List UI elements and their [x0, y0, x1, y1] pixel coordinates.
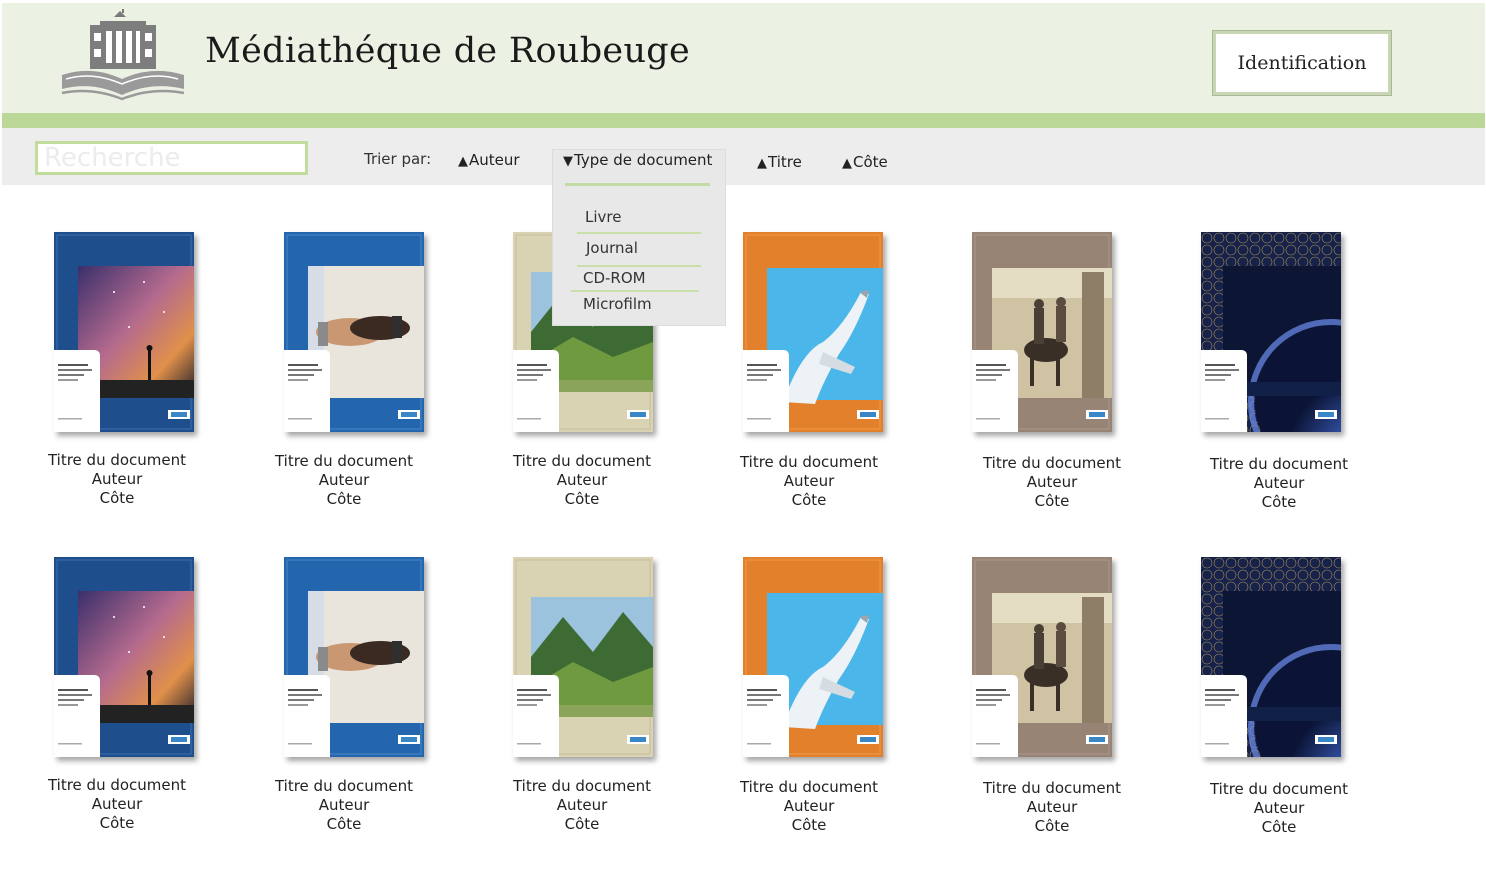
library-logo-icon[interactable] [60, 9, 188, 103]
dropdown-item-livre[interactable]: Livre [585, 208, 621, 226]
document-title: Titre du document [982, 779, 1122, 797]
document-cover[interactable] [743, 557, 883, 757]
document-shelf: Côte [1034, 817, 1070, 835]
document-caption[interactable]: Titre du document Auteur Côte [17, 776, 217, 833]
sort-up-arrow-icon: ▲ [842, 156, 852, 171]
sort-type-label: Type de document [574, 151, 713, 169]
document-caption[interactable]: Titre du document Auteur Côte [482, 777, 682, 834]
sort-by-label: Trier par: [364, 150, 432, 168]
document-title: Titre du document [1209, 455, 1349, 473]
dropdown-divider [577, 232, 701, 234]
document-caption[interactable]: Titre du document Auteur Côte [482, 452, 682, 509]
document-cover[interactable] [1201, 557, 1341, 757]
document-caption[interactable]: Titre du document Auteur Côte [709, 778, 909, 835]
sort-down-arrow-icon: ▼ [563, 154, 573, 169]
document-title: Titre du document [274, 777, 414, 795]
search-input[interactable] [35, 141, 308, 175]
document-caption[interactable]: Titre du document Auteur Côte [1179, 780, 1379, 837]
sort-type-button[interactable]: ▼Type de document [563, 151, 712, 169]
document-shelf: Côte [564, 490, 600, 508]
document-title: Titre du document [274, 452, 414, 470]
document-shelf: Côte [1261, 493, 1297, 511]
document-type-dropdown: Livre Journal CD-ROM Microfilm [552, 149, 726, 326]
document-cover[interactable] [513, 557, 653, 757]
dropdown-divider [571, 290, 699, 292]
document-author: Auteur [318, 796, 370, 814]
document-shelf: Côte [564, 815, 600, 833]
document-shelf: Côte [1034, 492, 1070, 510]
sort-shelf-button[interactable]: ▲Côte [842, 153, 888, 171]
document-shelf: Côte [1261, 818, 1297, 836]
document-cover[interactable] [284, 557, 424, 757]
document-author: Auteur [1026, 473, 1078, 491]
document-shelf: Côte [99, 489, 135, 507]
document-caption[interactable]: Titre du document Auteur Côte [1179, 455, 1379, 512]
document-cover[interactable] [972, 232, 1112, 432]
sort-shelf-label: Côte [853, 153, 888, 171]
document-cover[interactable] [743, 232, 883, 432]
dropdown-divider [577, 265, 701, 267]
sort-title-label: Titre [768, 153, 802, 171]
sort-title-button[interactable]: ▲Titre [757, 153, 802, 171]
header-accent-band [2, 113, 1485, 128]
sort-up-arrow-icon: ▲ [757, 156, 767, 171]
document-cover[interactable] [284, 232, 424, 432]
document-author: Auteur [556, 796, 608, 814]
document-author: Auteur [1026, 798, 1078, 816]
sort-up-arrow-icon: ▲ [458, 154, 468, 169]
document-caption[interactable]: Titre du document Auteur Côte [17, 451, 217, 508]
document-caption[interactable]: Titre du document Auteur Côte [952, 454, 1152, 511]
document-shelf: Côte [326, 490, 362, 508]
document-shelf: Côte [326, 815, 362, 833]
dropdown-item-microfilm[interactable]: Microfilm [583, 295, 652, 313]
login-button[interactable]: Identification [1212, 30, 1392, 96]
dropdown-header-divider [565, 183, 710, 186]
document-caption[interactable]: Titre du document Auteur Côte [952, 779, 1152, 836]
document-author: Auteur [556, 471, 608, 489]
document-author: Auteur [91, 795, 143, 813]
document-title: Titre du document [512, 452, 652, 470]
document-caption[interactable]: Titre du document Auteur Côte [244, 777, 444, 834]
document-author: Auteur [318, 471, 370, 489]
document-author: Auteur [783, 472, 835, 490]
document-title: Titre du document [739, 778, 879, 796]
document-cover[interactable] [54, 557, 194, 757]
document-shelf: Côte [791, 491, 827, 509]
document-shelf: Côte [99, 814, 135, 832]
sort-author-button[interactable]: ▲Auteur [458, 151, 520, 169]
document-title: Titre du document [512, 777, 652, 795]
document-author: Auteur [1253, 799, 1305, 817]
document-title: Titre du document [739, 453, 879, 471]
document-author: Auteur [1253, 474, 1305, 492]
document-title: Titre du document [47, 451, 187, 469]
document-shelf: Côte [791, 816, 827, 834]
document-author: Auteur [783, 797, 835, 815]
dropdown-item-cdrom[interactable]: CD-ROM [583, 269, 646, 287]
site-header: Médiathéque de Roubeuge Identification [2, 3, 1485, 113]
document-title: Titre du document [982, 454, 1122, 472]
document-caption[interactable]: Titre du document Auteur Côte [244, 452, 444, 509]
document-cover[interactable] [1201, 232, 1341, 432]
document-author: Auteur [91, 470, 143, 488]
document-cover[interactable] [54, 232, 194, 432]
sort-author-label: Auteur [469, 151, 520, 169]
document-title: Titre du document [1209, 780, 1349, 798]
document-caption[interactable]: Titre du document Auteur Côte [709, 453, 909, 510]
document-cover[interactable] [972, 557, 1112, 757]
document-title: Titre du document [47, 776, 187, 794]
site-title: Médiathéque de Roubeuge [205, 31, 691, 71]
dropdown-item-journal[interactable]: Journal [586, 239, 638, 257]
